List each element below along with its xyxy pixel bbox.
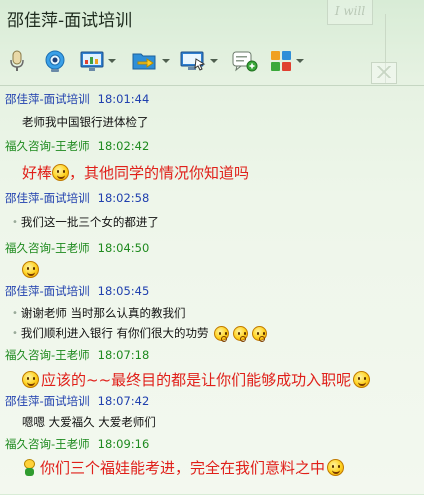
microphone-button[interactable] xyxy=(8,48,26,74)
message-line: ，其他同学的情况你知道吗 xyxy=(69,164,250,182)
message-text xyxy=(22,261,39,278)
little-person-emoji-icon xyxy=(22,459,37,476)
message-line: 老师我中国银行进体检了 xyxy=(22,115,149,129)
message-header: 福久咨询-王老师 18:04:50 xyxy=(5,240,149,256)
message-line: 你们三个福娃能考进，完全在我们意料之中 xyxy=(40,459,326,477)
sender-name: 邵佳萍-面试培训 xyxy=(5,191,90,205)
window-title: 邵佳萍-面试培训 xyxy=(7,11,133,31)
message-text: 你们三个福娃能考进，完全在我们意料之中 xyxy=(22,457,345,478)
message-time: 18:02:42 xyxy=(97,139,150,153)
message-line: 我们顺利进入银行 有你们很大的功劳 xyxy=(20,326,209,340)
chevron-down-icon[interactable] xyxy=(108,59,116,63)
message-line: 谢谢老师 当时那么认真的教我们 xyxy=(20,306,186,320)
laugh-emoji-icon xyxy=(327,459,345,476)
apps-icon xyxy=(271,51,291,71)
message-header: 福久咨询-王老师 18:09:16 xyxy=(5,436,149,452)
sender-name: 福久咨询-王老师 xyxy=(5,139,90,153)
message-text: 应该的~~最终目的都是让你们能够成功入职呢 xyxy=(22,369,371,390)
message-line: 嗯嗯 大爱福久 大爱老师们 xyxy=(22,415,156,429)
message-history[interactable]: 邵佳萍-面试培训 18:01:44 老师我中国银行进体检了 福久咨询-王老师 18:… xyxy=(0,85,424,495)
title-bar: 邵佳萍-面试培训 I will xyxy=(0,0,424,84)
sender-name: 福久咨询-王老师 xyxy=(5,348,90,362)
message-header: 邵佳萍-面试培训 18:07:42 xyxy=(5,393,149,409)
message-text: 好棒 ，其他同学的情况你知道吗 xyxy=(22,162,249,183)
sender-name: 邵佳萍-面试培训 xyxy=(5,92,90,106)
sender-name: 邵佳萍-面试培训 xyxy=(5,284,90,298)
message-time: 18:01:44 xyxy=(97,92,150,106)
message-text: 老师我中国银行进体检了 xyxy=(22,114,149,130)
sender-name: 福久咨询-王老师 xyxy=(5,437,90,451)
message-text: 嗯嗯 大爱福久 大爱老师们 xyxy=(22,414,156,430)
message-time: 18:07:18 xyxy=(97,348,150,362)
message-line: 好棒 xyxy=(22,164,53,182)
send-file-button[interactable] xyxy=(132,48,170,74)
thumbs-up-emoji-icon xyxy=(52,164,70,181)
add-chat-button[interactable] xyxy=(232,48,258,74)
message-time: 18:05:45 xyxy=(97,284,150,298)
file-transfer-icon xyxy=(132,53,156,70)
share-screen-icon xyxy=(80,51,104,71)
add-chat-icon xyxy=(232,51,258,72)
smile-emoji-icon xyxy=(353,371,371,388)
video-camera-icon xyxy=(45,50,65,72)
message-text: • 谢谢老师 当时那么认真的教我们 xyxy=(12,306,186,320)
message-time: 18:02:58 xyxy=(97,191,150,205)
message-line: 应该的~~最终目的都是让你们能够成功入职呢 xyxy=(41,371,352,389)
smile-emoji-icon xyxy=(22,261,39,278)
message-text: • 我们这一批三个女的都进了 xyxy=(12,215,159,229)
sender-name: 福久咨询-王老师 xyxy=(5,241,90,255)
message-header: 邵佳萍-面试培训 18:05:45 xyxy=(5,283,149,299)
chevron-down-icon[interactable] xyxy=(210,59,218,63)
sender-name: 邵佳萍-面试培训 xyxy=(5,394,90,408)
message-time: 18:09:16 xyxy=(97,437,150,451)
remote-assist-icon xyxy=(180,51,206,71)
apps-button[interactable] xyxy=(270,48,304,74)
message-header: 邵佳萍-面试培训 18:02:58 xyxy=(5,190,149,206)
grin-emoji-icon xyxy=(22,371,39,388)
chevron-down-icon[interactable] xyxy=(162,59,170,63)
message-line: 我们这一批三个女的都进了 xyxy=(20,215,159,229)
chat-toolbar xyxy=(0,44,424,78)
surprised-emoji-icon xyxy=(251,325,267,342)
message-header: 邵佳萍-面试培训 18:01:44 xyxy=(5,91,149,107)
surprised-emoji-icon xyxy=(232,325,248,342)
microphone-icon xyxy=(10,50,24,71)
decorative-tag: I will xyxy=(327,0,373,25)
video-call-button[interactable] xyxy=(43,48,67,74)
surprised-emoji-icon xyxy=(213,325,229,342)
chevron-down-icon[interactable] xyxy=(296,59,304,63)
message-header: 福久咨询-王老师 18:07:18 xyxy=(5,347,149,363)
message-time: 18:07:42 xyxy=(97,394,150,408)
message-time: 18:04:50 xyxy=(97,241,150,255)
remote-assist-button[interactable] xyxy=(180,48,218,74)
share-screen-button[interactable] xyxy=(80,48,116,74)
message-header: 福久咨询-王老师 18:02:42 xyxy=(5,138,149,154)
message-text: • 我们顺利进入银行 有你们很大的功劳 xyxy=(12,325,267,342)
